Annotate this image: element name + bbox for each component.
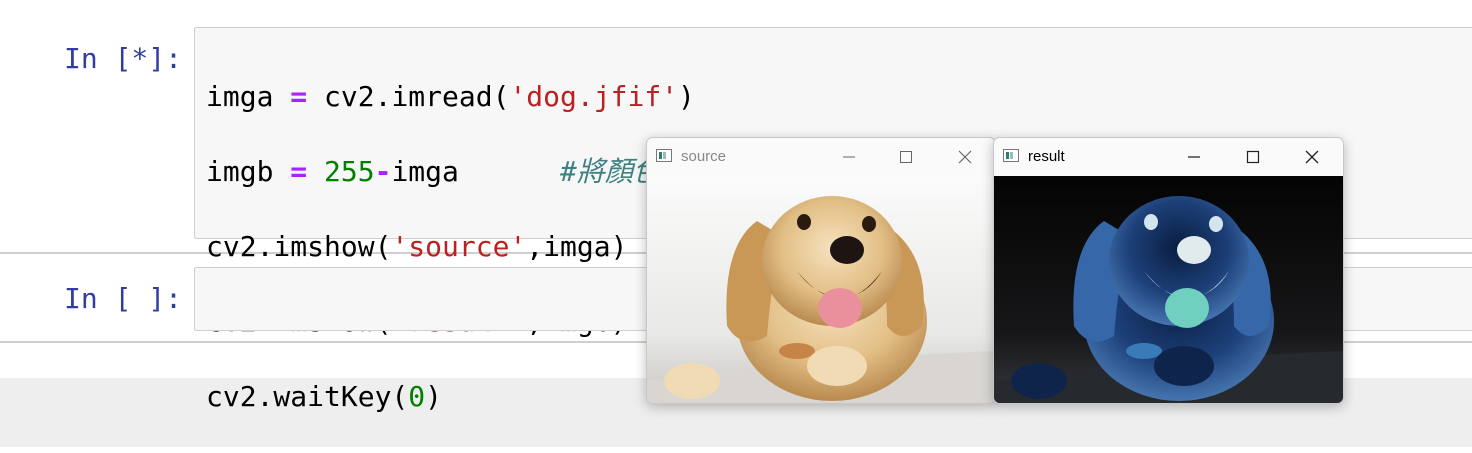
result-window-titlebar[interactable]: result bbox=[994, 138, 1343, 176]
close-icon[interactable] bbox=[1292, 142, 1332, 172]
source-window-titlebar[interactable]: source bbox=[647, 138, 995, 176]
result-image bbox=[994, 176, 1343, 403]
cell-prompt-running: In [*]: bbox=[64, 42, 183, 75]
code-line-1: imga = cv2.imread('dog.jfif') bbox=[206, 79, 695, 113]
source-image bbox=[647, 176, 995, 403]
minimize-icon[interactable] bbox=[829, 142, 869, 172]
maximize-icon[interactable] bbox=[886, 142, 926, 172]
opencv-window-icon bbox=[1003, 149, 1019, 162]
close-icon[interactable] bbox=[945, 142, 985, 172]
source-window[interactable]: source bbox=[646, 137, 996, 404]
source-window-title: source bbox=[681, 148, 727, 165]
minimize-icon[interactable] bbox=[1174, 142, 1214, 172]
result-window-title: result bbox=[1028, 148, 1065, 165]
cell-prompt-empty: In [ ]: bbox=[64, 282, 183, 315]
golden-retriever-puppy-photo bbox=[647, 176, 995, 403]
result-window[interactable]: result bbox=[993, 137, 1344, 404]
maximize-icon[interactable] bbox=[1233, 142, 1273, 172]
negative-inverted-puppy-photo bbox=[994, 176, 1343, 403]
opencv-window-icon bbox=[656, 149, 672, 162]
